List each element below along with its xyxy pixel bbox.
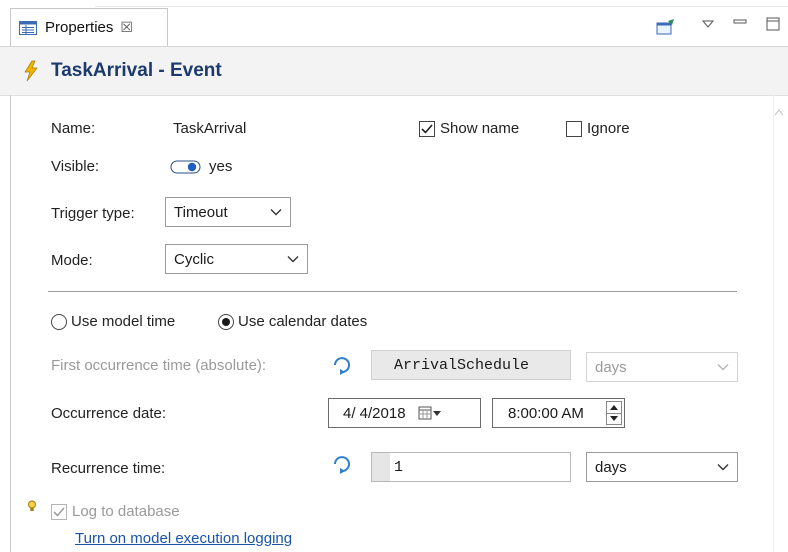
spinner-up-icon[interactable]: [606, 401, 622, 414]
trigger-type-select[interactable]: Timeout: [165, 197, 291, 227]
name-value[interactable]: TaskArrival: [173, 120, 246, 137]
section-divider: [48, 291, 737, 292]
turn-on-logging-link[interactable]: Turn on model execution logging: [75, 530, 292, 547]
close-icon[interactable]: ☒: [120, 19, 133, 36]
trigger-type-label: Trigger type:: [51, 205, 135, 222]
view-menu-icon[interactable]: [702, 20, 714, 28]
input-gutter: [372, 453, 390, 481]
tab-label: Properties: [45, 19, 114, 36]
recurrence-time-input[interactable]: 1: [371, 452, 571, 482]
occurrence-time-value: 8:00:00 AM: [508, 404, 584, 422]
chevron-down-icon: [270, 209, 282, 216]
lightning-bolt-icon: [24, 60, 38, 82]
chevron-down-icon: [717, 364, 729, 371]
lightbulb-hint-icon[interactable]: [27, 500, 37, 512]
first-occurrence-input: ArrivalSchedule: [371, 350, 571, 380]
use-calendar-dates-label: Use calendar dates: [238, 313, 368, 330]
visible-toggle-icon[interactable]: [170, 159, 202, 175]
maximize-icon[interactable]: [766, 17, 780, 31]
log-to-database-option: Log to database: [51, 503, 180, 520]
chevron-down-icon: [287, 256, 299, 263]
name-label: Name:: [51, 120, 96, 137]
visible-value: yes: [209, 158, 233, 175]
first-occurrence-value: ArrivalSchedule: [394, 356, 530, 374]
dynamic-value-icon[interactable]: [331, 355, 355, 375]
minimize-icon[interactable]: [733, 18, 747, 26]
show-name-checkbox[interactable]: [419, 120, 435, 137]
use-calendar-dates-radio[interactable]: [218, 313, 234, 330]
use-model-time-label: Use model time: [71, 313, 176, 330]
first-occurrence-unit: days: [595, 358, 627, 376]
recurrence-unit-select[interactable]: days: [586, 452, 738, 482]
use-calendar-dates-option[interactable]: Use calendar dates: [218, 313, 367, 330]
properties-header: TaskArrival - Event: [0, 47, 788, 96]
occurrence-time-spinner[interactable]: 8:00:00 AM: [492, 398, 625, 428]
spinner-down-icon[interactable]: [606, 413, 622, 425]
tab-properties[interactable]: Properties ☒: [10, 8, 168, 46]
trigger-type-value: Timeout: [174, 203, 228, 221]
first-occurrence-label: First occurrence time (absolute):: [51, 357, 267, 374]
recurrence-time-label: Recurrence time:: [51, 460, 166, 477]
mode-label: Mode:: [51, 252, 93, 269]
ignore-checkbox[interactable]: [566, 120, 582, 137]
ignore-label: Ignore: [587, 120, 630, 137]
scroll-up-icon[interactable]: [774, 108, 784, 119]
log-to-database-checkbox: [51, 503, 67, 520]
chevron-down-icon: [717, 464, 729, 471]
properties-view-icon: [19, 20, 37, 35]
ignore-option[interactable]: Ignore: [566, 120, 630, 137]
scrollbar-track[interactable]: [773, 95, 774, 552]
show-name-option[interactable]: Show name: [419, 120, 519, 137]
use-model-time-radio[interactable]: [51, 313, 67, 330]
occurrence-date-picker[interactable]: 4/ 4/2018: [328, 398, 481, 428]
time-spinner-buttons[interactable]: [606, 401, 622, 425]
mode-select[interactable]: Cyclic: [165, 244, 308, 274]
show-name-label: Show name: [440, 120, 520, 137]
panel-left-border: [10, 95, 11, 552]
log-to-database-label: Log to database: [72, 503, 180, 520]
recurrence-time-value: 1: [394, 458, 404, 476]
occurrence-date-value: 4/ 4/2018: [343, 404, 406, 422]
top-border: [95, 0, 788, 7]
visible-label: Visible:: [51, 158, 100, 175]
recurrence-unit: days: [595, 458, 627, 476]
mode-value: Cyclic: [174, 250, 214, 268]
use-model-time-option[interactable]: Use model time: [51, 313, 175, 330]
page-title: TaskArrival - Event: [51, 60, 222, 81]
calendar-dropdown-icon[interactable]: [418, 406, 442, 420]
dynamic-value-icon[interactable]: [331, 454, 355, 474]
occurrence-date-label: Occurrence date:: [51, 405, 167, 422]
pin-editor-icon[interactable]: [656, 18, 676, 36]
first-occurrence-unit-select: days: [586, 352, 738, 382]
